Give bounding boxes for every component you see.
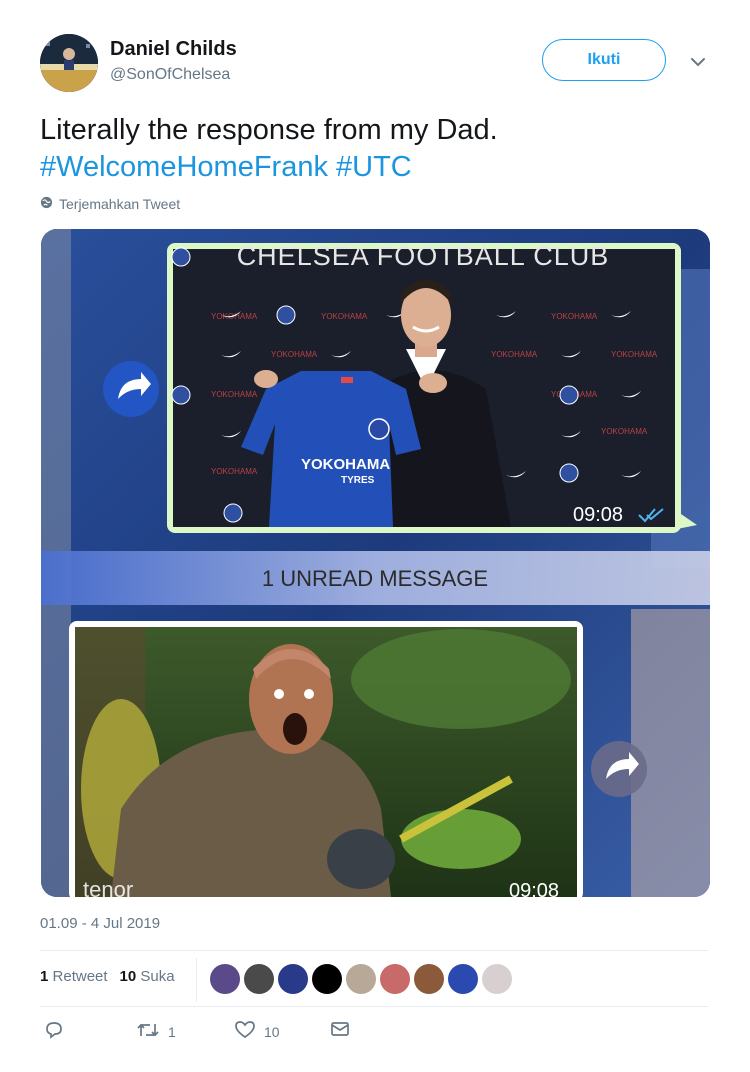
avatar[interactable] xyxy=(40,34,98,92)
sponsor-logo: YOKOHAMA xyxy=(611,350,658,359)
liker-avatars xyxy=(210,964,512,994)
heart-icon xyxy=(234,1020,256,1043)
tweet-actions: 1 10 xyxy=(40,1020,700,1050)
liker-avatar[interactable] xyxy=(312,964,342,994)
translate-tweet-link[interactable]: Terjemahkan Tweet xyxy=(40,196,180,212)
liker-avatar[interactable] xyxy=(210,964,240,994)
follow-button[interactable]: Ikuti xyxy=(542,39,666,81)
translate-label: Terjemahkan Tweet xyxy=(59,196,181,212)
tweet-timestamp[interactable]: 01.09 - 4 Jul 2019 xyxy=(40,915,160,932)
unread-banner: 1 UNREAD MESSAGE xyxy=(41,551,710,605)
divider xyxy=(40,1006,708,1007)
retweet-stat[interactable]: 1 Retweet xyxy=(40,968,108,985)
sponsor-logo: YOKOHAMA xyxy=(211,390,258,399)
sponsor-logo: YOKOHAMA xyxy=(271,350,318,359)
liker-avatar[interactable] xyxy=(278,964,308,994)
retweet-button[interactable]: 1 xyxy=(136,1020,176,1043)
chat-bubble-sent: CHELSEA FOOTBALL CLUB YOKOHAMA YOKOHAMA … xyxy=(167,241,697,533)
sponsor-logo: YOKOHAMA xyxy=(321,312,368,321)
liker-avatar[interactable] xyxy=(380,964,410,994)
forward-icon[interactable] xyxy=(591,741,647,797)
reply-icon xyxy=(44,1020,64,1043)
like-stat[interactable]: 10 Suka xyxy=(120,968,175,985)
liker-avatar[interactable] xyxy=(244,964,274,994)
sponsor-logo: YOKOHAMA xyxy=(491,350,538,359)
liker-avatar[interactable] xyxy=(346,964,376,994)
liker-avatar[interactable] xyxy=(414,964,444,994)
message-time: 09:08 xyxy=(509,880,559,897)
retweet-count: 1 xyxy=(168,1023,176,1040)
chevron-down-icon[interactable] xyxy=(688,52,708,72)
like-button[interactable]: 10 xyxy=(234,1020,280,1043)
forward-icon[interactable] xyxy=(103,361,159,417)
unread-banner-text: 1 UNREAD MESSAGE xyxy=(262,566,488,591)
sponsor-logo: YOKOHAMA xyxy=(601,427,648,436)
tweet-media[interactable]: CHELSEA FOOTBALL CLUB YOKOHAMA YOKOHAMA … xyxy=(41,229,710,897)
engagement-stats: 1 Retweet 10 Suka xyxy=(40,968,175,985)
reply-button[interactable] xyxy=(44,1020,64,1043)
sponsor-logo: YOKOHAMA xyxy=(551,312,598,321)
hashtag-link[interactable]: #WelcomeHomeFrank xyxy=(40,151,328,183)
backdrop-title: CHELSEA FOOTBALL CLUB xyxy=(237,241,610,271)
chat-bubble-received: tenor 09:08 xyxy=(69,621,583,897)
shirt-sponsor: YOKOHAMA xyxy=(301,456,390,473)
user-handle[interactable]: @SonOfChelsea xyxy=(110,66,230,84)
liker-avatar[interactable] xyxy=(448,964,478,994)
shirt-sponsor-sub: TYRES xyxy=(341,475,375,486)
like-count: 10 xyxy=(264,1023,280,1040)
hashtag-link[interactable]: #UTC xyxy=(336,151,412,183)
gif-source-label: tenor xyxy=(83,877,133,897)
tweet-text: Literally the response from my Dad. #Wel… xyxy=(40,112,700,186)
divider xyxy=(40,950,708,951)
liker-avatar[interactable] xyxy=(482,964,512,994)
tweet-body: Literally the response from my Dad. xyxy=(40,114,498,146)
globe-icon xyxy=(40,196,53,212)
message-time: 09:08 xyxy=(573,504,623,526)
retweet-icon xyxy=(136,1020,160,1043)
envelope-icon xyxy=(330,1020,350,1041)
display-name[interactable]: Daniel Childs xyxy=(110,38,237,61)
sponsor-logo: YOKOHAMA xyxy=(211,467,258,476)
divider xyxy=(196,958,197,1002)
sponsor-logo: YOKOHAMA xyxy=(211,312,258,321)
direct-message-button[interactable] xyxy=(330,1020,350,1041)
